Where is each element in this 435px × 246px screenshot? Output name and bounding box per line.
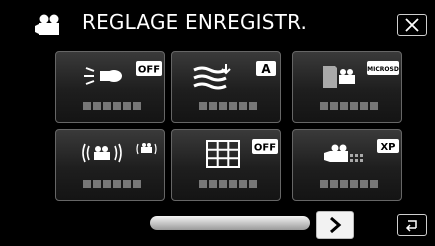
value-placeholder [199, 102, 257, 112]
value-placeholder [83, 102, 141, 112]
media-select-tile[interactable]: MICROSD [292, 51, 402, 123]
wind-cut-icon: A [193, 61, 276, 90]
close-icon [405, 18, 419, 32]
value-placeholder [320, 102, 378, 112]
tile-badge: OFF [138, 65, 160, 76]
header: REGLAGE ENREGISTR. [0, 0, 435, 42]
next-page-button[interactable] [316, 211, 354, 239]
video-quality-icon: XP [324, 139, 399, 162]
image-stabilizer-icon [82, 143, 157, 163]
video-camera-icon [35, 14, 59, 35]
tile-badge: OFF [254, 143, 276, 154]
value-placeholder [199, 180, 257, 190]
video-light-icon: OFF [84, 61, 162, 85]
grid-icon: OFF [206, 139, 278, 168]
return-icon [405, 220, 417, 232]
close-button[interactable] [397, 14, 427, 36]
tile-badge: A [261, 62, 271, 76]
page-title: REGLAGE ENREGISTR. [82, 10, 308, 34]
media-select-icon: MICROSD [323, 61, 399, 88]
back-button[interactable] [397, 214, 427, 236]
video-light-tile[interactable]: OFF [55, 51, 165, 123]
wind-cut-tile[interactable]: A [171, 51, 281, 123]
value-placeholder [83, 180, 141, 190]
grid-lines-tile[interactable]: OFF [171, 129, 281, 201]
tile-badge: XP [380, 142, 395, 153]
image-stabilizer-tile[interactable] [55, 129, 165, 201]
chevron-right-icon [330, 216, 342, 234]
page-scrollbar[interactable] [150, 216, 310, 230]
tile-badge: MICROSD [367, 66, 399, 73]
value-placeholder [320, 180, 378, 190]
video-quality-tile[interactable]: XP [292, 129, 402, 201]
